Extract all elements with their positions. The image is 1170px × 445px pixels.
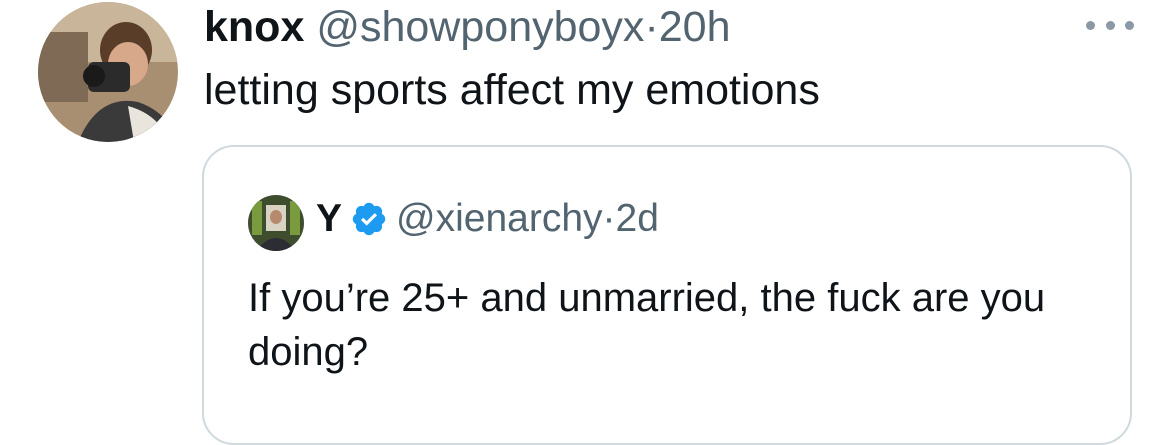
dot-icon bbox=[1125, 20, 1134, 30]
tweet-text: letting sports affect my emotions bbox=[204, 66, 820, 114]
quoted-tweet-header: Y @xienarchy · 2d bbox=[316, 193, 659, 245]
dot-icon bbox=[1086, 20, 1095, 30]
quoted-author-handle[interactable]: @xienarchy bbox=[396, 193, 603, 245]
quoted-tweet[interactable]: Y @xienarchy · 2d If you’re 25+ and unmarr… bbox=[202, 145, 1132, 445]
author-handle[interactable]: @showponyboyx bbox=[316, 3, 644, 51]
quoted-tweet-time[interactable]: 2d bbox=[616, 193, 659, 245]
verified-badge-icon[interactable] bbox=[350, 200, 388, 238]
header-separator: · bbox=[644, 3, 659, 51]
quoted-tweet-text: If you’re 25+ and unmarried, the fuck ar… bbox=[248, 276, 1046, 374]
avatar-photo bbox=[38, 2, 178, 142]
more-options-icon[interactable] bbox=[1086, 10, 1134, 40]
tweet-time[interactable]: 20h bbox=[659, 3, 731, 51]
author-avatar[interactable] bbox=[38, 2, 178, 142]
quoted-header-separator: · bbox=[602, 197, 616, 240]
author-name[interactable]: knox bbox=[204, 3, 304, 51]
quoted-author-avatar[interactable] bbox=[248, 195, 304, 251]
tweet-header: knox @showponyboyx·20h bbox=[204, 2, 731, 52]
dot-icon bbox=[1105, 20, 1115, 30]
quoted-author-name[interactable]: Y bbox=[316, 193, 342, 245]
avatar-photo bbox=[248, 195, 304, 251]
